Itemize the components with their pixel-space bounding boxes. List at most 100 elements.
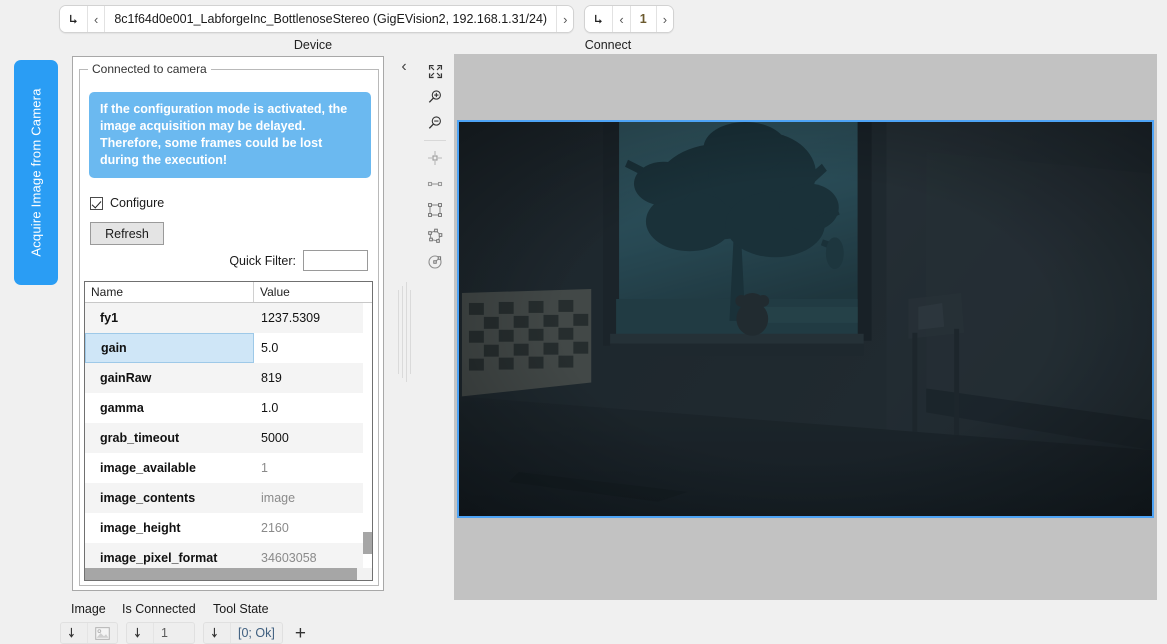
camera-settings-panel: Connected to camera If the configuration… bbox=[72, 56, 384, 591]
status-header-tool-state: Tool State bbox=[213, 602, 269, 616]
acquired-image-frame[interactable] bbox=[457, 120, 1154, 518]
add-output-button[interactable]: + bbox=[291, 624, 310, 643]
property-table: Name Value fy1 1237.5309 gain 5.0 gainRaw 819… bbox=[84, 281, 373, 581]
column-header-name: Name bbox=[85, 282, 254, 302]
connect-next-button[interactable]: › bbox=[656, 6, 674, 32]
table-row[interactable]: gainRaw 819 bbox=[85, 363, 372, 393]
property-name-cell[interactable]: gamma bbox=[85, 393, 254, 423]
status-strip: Image Is Connected Tool State 1 [0; Ok] … bbox=[60, 600, 1167, 644]
configure-checkbox[interactable] bbox=[90, 196, 103, 210]
collapse-panel-button[interactable]: ‹ bbox=[396, 58, 412, 76]
tool-state-group[interactable]: [0; Ok] bbox=[203, 622, 283, 644]
image-thumbnail-icon bbox=[95, 626, 110, 640]
goto-arrow-icon bbox=[595, 14, 603, 24]
circle-roi-tool[interactable] bbox=[422, 249, 448, 275]
tool-state-value[interactable]: [0; Ok] bbox=[231, 623, 282, 643]
image-output-group[interactable] bbox=[60, 622, 118, 644]
property-name-cell[interactable]: image_available bbox=[85, 453, 254, 483]
acquire-image-from-camera-tab-label: Acquire Image from Camera bbox=[28, 88, 44, 257]
vertical-scrollbar-thumb[interactable] bbox=[363, 532, 372, 554]
property-name-cell[interactable]: gain bbox=[85, 333, 254, 363]
tool-rail-divider bbox=[424, 140, 446, 141]
refresh-button[interactable]: Refresh bbox=[90, 222, 164, 245]
table-row[interactable]: image_contents image bbox=[85, 483, 372, 513]
zoom-out-icon bbox=[428, 116, 441, 129]
app-root: Acquire Image from Camera ‹ 8c1f64d0e001… bbox=[0, 0, 1167, 644]
property-table-horizontal-scrollbar[interactable] bbox=[85, 568, 372, 580]
is-connected-goto-button[interactable] bbox=[127, 623, 154, 643]
configure-checkbox-row[interactable]: Configure bbox=[90, 196, 164, 210]
goto-arrow-icon bbox=[134, 627, 140, 638]
property-value-cell[interactable]: 1.0 bbox=[254, 393, 372, 423]
splitter-line bbox=[402, 286, 403, 378]
table-row[interactable]: gain 5.0 bbox=[85, 333, 372, 363]
polygon-roi-icon bbox=[428, 228, 443, 243]
circle-roi-icon bbox=[428, 255, 442, 269]
connect-caption: Connect bbox=[584, 38, 632, 52]
connect-prev-button[interactable]: ‹ bbox=[613, 6, 631, 32]
property-table-body: fy1 1237.5309 gain 5.0 gainRaw 819 gamma 1.0 gra… bbox=[85, 303, 372, 580]
image-canvas[interactable] bbox=[454, 54, 1157, 600]
rectangle-roi-tool[interactable] bbox=[422, 197, 448, 223]
connect-selector[interactable]: ‹ 1 › bbox=[584, 5, 675, 33]
property-name-cell[interactable]: image_height bbox=[85, 513, 254, 543]
table-row[interactable]: gamma 1.0 bbox=[85, 393, 372, 423]
property-value-cell[interactable]: 1237.5309 bbox=[254, 303, 372, 333]
device-selector[interactable]: ‹ 8c1f64d0e001_LabforgeInc_BottlenoseSte… bbox=[59, 5, 575, 33]
tool-state-goto-button[interactable] bbox=[204, 623, 231, 643]
property-value-cell[interactable]: 1 bbox=[254, 453, 372, 483]
column-header-value: Value bbox=[260, 285, 290, 299]
status-header-image: Image bbox=[71, 602, 106, 616]
horizontal-scrollbar-thumb[interactable] bbox=[85, 568, 357, 580]
property-table-vertical-scrollbar[interactable] bbox=[363, 303, 372, 568]
point-roi-tool[interactable] bbox=[422, 145, 448, 171]
status-header-is-connected: Is Connected bbox=[122, 602, 196, 616]
panel-splitter[interactable] bbox=[396, 282, 414, 382]
splitter-line bbox=[406, 282, 407, 382]
rectangle-roi-icon bbox=[428, 203, 442, 217]
connect-goto-icon[interactable] bbox=[585, 6, 614, 32]
is-connected-group[interactable]: 1 bbox=[126, 622, 195, 644]
property-value-cell[interactable]: image bbox=[254, 483, 372, 513]
is-connected-value[interactable]: 1 bbox=[154, 623, 194, 643]
image-tool-rail bbox=[422, 58, 448, 275]
property-value-cell[interactable]: 819 bbox=[254, 363, 372, 393]
polygon-roi-tool[interactable] bbox=[422, 223, 448, 249]
property-table-header: Name Value bbox=[85, 282, 372, 303]
status-row: 1 [0; Ok] + bbox=[60, 622, 316, 644]
device-prev-button[interactable]: ‹ bbox=[88, 6, 106, 32]
fit-to-screen-tool[interactable] bbox=[422, 58, 448, 84]
acquire-image-from-camera-tab[interactable]: Acquire Image from Camera bbox=[14, 60, 58, 285]
splitter-line bbox=[398, 290, 399, 374]
property-name-cell[interactable]: fy1 bbox=[85, 303, 254, 333]
connect-value[interactable]: 1 bbox=[630, 6, 657, 32]
property-name-cell[interactable]: image_contents bbox=[85, 483, 254, 513]
device-goto-icon[interactable] bbox=[60, 6, 88, 32]
image-goto-button[interactable] bbox=[61, 623, 88, 643]
goto-arrow-icon bbox=[211, 627, 217, 638]
zoom-out-tool[interactable] bbox=[422, 110, 448, 136]
property-value-cell[interactable]: 2160 bbox=[254, 513, 372, 543]
quick-filter-input[interactable] bbox=[303, 250, 368, 271]
property-name-cell[interactable]: gainRaw bbox=[85, 363, 254, 393]
zoom-in-tool[interactable] bbox=[422, 84, 448, 110]
goto-arrow-icon bbox=[70, 14, 77, 24]
image-thumbnail[interactable] bbox=[88, 623, 117, 643]
property-value-cell[interactable]: 5.0 bbox=[254, 333, 372, 363]
quick-filter-label: Quick Filter: bbox=[229, 253, 296, 268]
table-row[interactable]: image_height 2160 bbox=[85, 513, 372, 543]
zoom-in-icon bbox=[428, 90, 441, 103]
connected-to-camera-label: Connected to camera bbox=[88, 62, 211, 76]
connected-to-camera-group: Connected to camera If the configuration… bbox=[79, 62, 379, 586]
line-roi-tool[interactable] bbox=[422, 171, 448, 197]
device-value[interactable]: 8c1f64d0e001_LabforgeInc_BottlenoseStere… bbox=[105, 6, 558, 32]
property-name-cell[interactable]: grab_timeout bbox=[85, 423, 254, 453]
configure-label: Configure bbox=[110, 196, 165, 210]
table-row[interactable]: image_available 1 bbox=[85, 453, 372, 483]
device-next-button[interactable]: › bbox=[557, 6, 574, 32]
property-value-cell[interactable]: 5000 bbox=[254, 423, 372, 453]
quick-filter-row: Quick Filter: bbox=[229, 250, 368, 271]
table-row[interactable]: grab_timeout 5000 bbox=[85, 423, 372, 453]
top-navigation-row: ‹ 8c1f64d0e001_LabforgeInc_BottlenoseSte… bbox=[59, 5, 675, 33]
table-row[interactable]: fy1 1237.5309 bbox=[85, 303, 372, 333]
